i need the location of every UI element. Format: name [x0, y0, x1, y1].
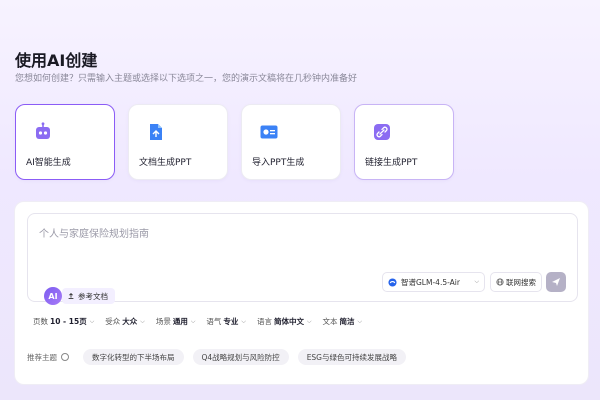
link-icon: [374, 124, 390, 140]
page-title: 使用AI创建: [15, 51, 98, 70]
model-label: 智谱GLM-4.5-Air: [401, 277, 460, 287]
option-label: 受众: [105, 317, 121, 326]
topic-chip[interactable]: Q4战略规划与风险防控: [192, 349, 289, 365]
chevron-down-icon: ⌵: [140, 317, 145, 325]
chevron-down-icon: ⌵: [474, 278, 479, 285]
chevron-down-icon: ⌵: [241, 317, 246, 325]
option-value: 10 - 15页: [50, 317, 87, 326]
chevron-down-icon: ⌵: [190, 317, 196, 325]
send-icon: [552, 278, 560, 286]
option-pages[interactable]: 页数 10 - 15页 ⌵: [33, 316, 94, 327]
chevron-down-icon: ⌵: [357, 317, 363, 325]
card-ai-generate[interactable]: AI智能生成: [15, 104, 115, 180]
recommended-topics: 推荐主题 数字化转型的下半场布局 Q4战略规划与风险防控 ESG与绿色可持续发展…: [27, 349, 415, 365]
option-scene[interactable]: 场景 通用 ⌵: [156, 316, 196, 327]
web-search-label: 联网搜索: [506, 277, 536, 287]
model-select[interactable]: 智谱GLM-4.5-Air ⌵: [382, 272, 485, 292]
chevron-down-icon: ⌵: [306, 317, 312, 325]
upload-icon: [68, 292, 74, 299]
topic-chip[interactable]: ESG与绿色可持续发展战略: [297, 349, 406, 365]
model-logo-icon: [388, 277, 397, 287]
reference-doc-label: 参考文档: [78, 291, 108, 301]
option-label: 页数: [33, 317, 48, 326]
refresh-icon[interactable]: [61, 353, 69, 361]
option-label: 文本: [322, 317, 338, 326]
chevron-down-icon: ⌵: [89, 317, 95, 325]
creation-mode-cards: AI智能生成 文档生成PPT 导入PPT生成 链接生成PPT: [15, 104, 454, 180]
option-text[interactable]: 文本 简洁 ⌵: [323, 316, 363, 327]
option-value: 专业: [223, 317, 239, 326]
document-icon: [150, 124, 162, 140]
generation-options: 页数 10 - 15页 ⌵ 受众 大众 ⌵ 场景 通用 ⌵ 语气 专业 ⌵ 语言…: [33, 316, 373, 327]
option-audience[interactable]: 受众 大众 ⌵: [105, 316, 145, 327]
card-label: 链接生成PPT: [365, 158, 418, 168]
card-import-ppt[interactable]: 导入PPT生成: [241, 104, 341, 180]
web-search-button[interactable]: 联网搜索: [490, 272, 542, 292]
option-value: 简洁: [339, 317, 355, 326]
option-language[interactable]: 语言 简体中文 ⌵: [257, 316, 312, 327]
slide-import-icon: [260, 125, 278, 139]
card-link-to-ppt[interactable]: 链接生成PPT: [354, 104, 454, 180]
card-label: AI智能生成: [26, 158, 71, 168]
option-label: 语言: [256, 317, 272, 326]
option-value: 简体中文: [273, 317, 304, 326]
topic-chip[interactable]: 数字化转型的下半场布局: [83, 349, 184, 365]
card-label: 文档生成PPT: [139, 158, 192, 168]
option-label: 语气: [206, 317, 222, 326]
option-value: 通用: [172, 317, 188, 326]
topic-input-placeholder: 个人与家庭保险规划指南: [39, 229, 149, 240]
card-label: 导入PPT生成: [252, 158, 305, 168]
globe-icon: [496, 278, 504, 286]
option-value: 大众: [122, 317, 138, 326]
card-document-to-ppt[interactable]: 文档生成PPT: [128, 104, 228, 180]
option-label: 场景: [155, 317, 171, 326]
robot-icon: [36, 122, 50, 139]
reference-doc-button[interactable]: 参考文档: [62, 288, 115, 304]
send-button[interactable]: [546, 272, 566, 292]
page-subtitle: 您想如何创建？只需输入主题或选择以下选项之一，您的演示文稿将在几秒钟内准备好: [15, 74, 358, 84]
recommended-label: 推荐主题: [27, 352, 57, 362]
ai-badge-icon[interactable]: AI: [44, 287, 62, 305]
option-tone[interactable]: 语气 专业 ⌵: [206, 316, 246, 327]
